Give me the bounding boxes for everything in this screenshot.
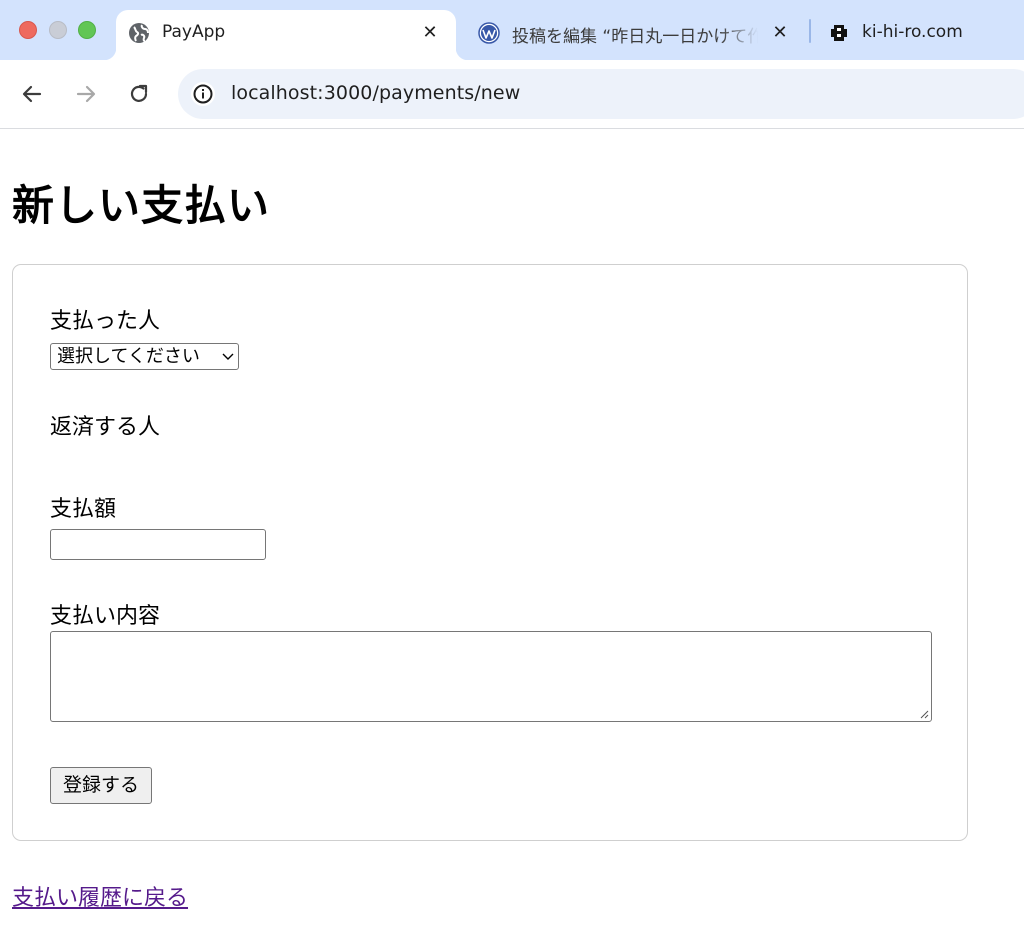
description-textarea[interactable] <box>50 631 932 722</box>
reload-button[interactable] <box>125 80 153 108</box>
back-to-history-link[interactable]: 支払い履歴に戻る <box>12 880 188 912</box>
payment-form: 支払った人 選択してください 返済する人 支払額 支払い内容 登録する <box>12 264 968 841</box>
window-minimize-button[interactable] <box>49 21 67 39</box>
site-logo-icon <box>828 22 850 44</box>
page-content: 新しい支払い 支払った人 選択してください 返済する人 支払額 支払い内容 登録… <box>0 130 1024 939</box>
tab-title: PayApp <box>162 22 226 42</box>
close-icon[interactable]: ✕ <box>420 22 440 44</box>
payer-select-value: 選択してください <box>57 346 200 367</box>
back-button[interactable] <box>18 80 46 108</box>
reload-icon <box>130 84 148 102</box>
amount-input[interactable] <box>50 529 266 560</box>
arrow-left-icon <box>22 85 42 103</box>
tab-ki-hi-ro[interactable]: ki-hi-ro.com <box>816 10 1024 60</box>
address-bar[interactable]: localhost:3000/payments/new <box>178 69 1024 119</box>
wordpress-icon <box>478 22 500 44</box>
tab-title: ki-hi-ro.com <box>862 22 963 42</box>
description-label: 支払い内容 <box>50 604 161 629</box>
window-zoom-button[interactable] <box>78 21 96 39</box>
repayer-label: 返済する人 <box>50 415 161 440</box>
url-text: localhost:3000/payments/new <box>231 82 521 104</box>
amount-label: 支払額 <box>50 497 117 522</box>
tab-title: 投稿を編集 “昨日丸一日かけて作ったアプリ <box>512 27 758 47</box>
globe-icon <box>128 22 150 44</box>
forward-button[interactable] <box>72 80 100 108</box>
close-icon[interactable]: ✕ <box>770 22 790 44</box>
resize-grip-icon[interactable] <box>919 709 929 719</box>
tab-separator <box>809 19 811 43</box>
tab-strip: PayApp ✕ 投稿を編集 “昨日丸一日かけて作ったアプリ ✕ ki-hi-r… <box>0 0 1024 60</box>
payer-label: 支払った人 <box>50 309 161 334</box>
chevron-down-icon <box>222 353 234 360</box>
payer-select[interactable]: 選択してください <box>50 343 239 370</box>
browser-toolbar: localhost:3000/payments/new <box>0 60 1024 129</box>
tab-payapp[interactable]: PayApp ✕ <box>104 10 468 60</box>
submit-button[interactable]: 登録する <box>50 767 152 804</box>
page-title: 新しい支払い <box>12 181 271 230</box>
arrow-right-icon <box>76 85 96 103</box>
tab-wordpress[interactable]: 投稿を編集 “昨日丸一日かけて作ったアプリ ✕ <box>466 10 806 60</box>
site-info-icon[interactable] <box>190 81 216 107</box>
window-close-button[interactable] <box>19 21 37 39</box>
